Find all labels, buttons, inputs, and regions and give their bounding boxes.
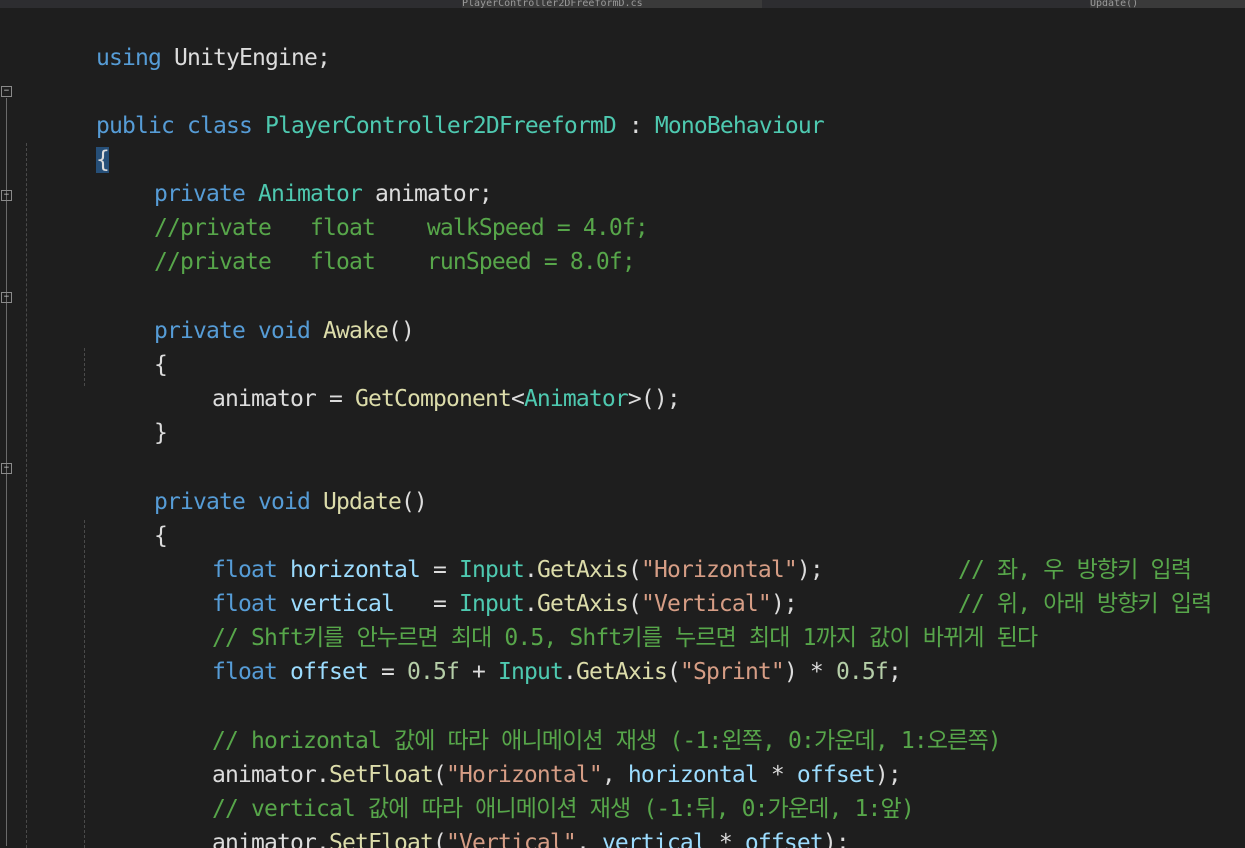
punctuation: );	[796, 557, 824, 583]
indent-guide	[26, 143, 27, 848]
code-inline-comment: // 위, 아래 방향키 입력	[880, 553, 1212, 617]
punctuation: );	[822, 830, 850, 848]
class-name: PlayerController2DFreeformD	[264, 113, 617, 139]
outline-gutter: − − − −	[0, 8, 14, 848]
keyword: using	[95, 45, 162, 71]
type-name: Animator	[523, 386, 629, 412]
punctuation: ,	[575, 830, 602, 848]
punctuation: (	[666, 659, 681, 685]
comment: //private float runSpeed = 8.0f;	[153, 249, 636, 275]
keyword: private void	[153, 489, 311, 515]
class-name: Input	[497, 659, 564, 685]
code-line-class-declaration: public class PlayerController2DFreeformD…	[18, 75, 825, 139]
keyword: float	[211, 659, 278, 685]
fold-toggle-awake[interactable]: −	[1, 292, 12, 303]
code-line-getcomponent: animator = GetComponent<Animator>();	[134, 348, 681, 412]
fold-toggle-update[interactable]: −	[1, 463, 12, 474]
variable: offset	[744, 830, 824, 848]
base-class: MonoBehaviour	[654, 113, 825, 139]
method-name: SetFloat	[328, 830, 434, 848]
punctuation: <	[510, 386, 525, 412]
code-line-animator-field: private Animator animator;	[76, 143, 493, 207]
punctuation: ()	[387, 318, 415, 344]
keyword: private void	[153, 318, 311, 344]
string-literal: "Vertical"	[445, 830, 577, 848]
method-name: Awake	[322, 318, 389, 344]
code-line-shift-comment: // Shft키를 안누르면 최대 0.5, Shft키를 누르면 최대 1까지…	[134, 587, 1038, 651]
tab-label: PlayerController2DFreeformD.cs	[462, 0, 643, 8]
code-line-update-open-brace: {	[76, 485, 168, 549]
method-name: Update	[322, 489, 402, 515]
code-line-setfloat-horizontal: animator.SetFloat("Horizontal", horizont…	[134, 724, 902, 788]
brace: }	[153, 420, 168, 446]
method-name: GetAxis	[575, 659, 668, 685]
operator: ) *	[783, 659, 836, 685]
code-line-offset: float offset = 0.5f + Input.GetAxis("Spr…	[134, 621, 902, 685]
punctuation: ()	[400, 489, 428, 515]
namespace: UnityEngine;	[160, 45, 331, 71]
code-line-vertical-comment: // vertical 값에 따라 애니메이션 재생 (-1:뒤, 0:가운데,…	[134, 758, 915, 822]
code-inline-comment: // 좌, 우 방향키 입력	[880, 519, 1192, 583]
code-line-open-brace: {	[18, 109, 110, 173]
string-literal: "Sprint"	[679, 659, 785, 685]
punctuation: >();	[627, 386, 681, 412]
variable: offset	[289, 659, 369, 685]
tab-label: Update()	[1090, 0, 1139, 8]
tab-active-file[interactable]: PlayerController2DFreeformD.cs	[462, 0, 762, 8]
code-editor[interactable]: PlayerController2DFreeformD.cs Update ( ) …	[0, 0, 1245, 848]
code-line-horizontal-comment: // horizontal 값에 따라 애니메이션 재생 (-1:왼쪽, 0:가…	[134, 690, 1002, 754]
tab-member-dropdown[interactable]: Update()	[1090, 0, 1245, 8]
code-line-vertical-input: float vertical = Input.GetAxis("Vertical…	[134, 553, 798, 617]
code-line-awake-declaration: private void Awake()	[76, 280, 415, 344]
number-literal: 0.5f	[406, 659, 460, 685]
punctuation: :	[615, 113, 655, 139]
number-literal: 0.5f	[835, 659, 889, 685]
code-line-using: using UnityEngine;	[18, 7, 331, 71]
punctuation: (	[432, 830, 447, 848]
code-line-setfloat-vertical: animator.SetFloat("Vertical", vertical *…	[134, 792, 850, 848]
method-name: GetComponent	[354, 386, 512, 412]
code-line-horizontal-input: float horizontal = Input.GetAxis("Horizo…	[134, 519, 824, 583]
fold-toggle-comments[interactable]: −	[1, 190, 12, 201]
fold-toggle-class[interactable]: −	[1, 86, 12, 97]
code-line-update-declaration: private void Update()	[76, 451, 428, 515]
identifier: animator.	[211, 830, 330, 848]
punctuation: .	[562, 659, 577, 685]
punctuation: ;	[887, 659, 902, 685]
operator: +	[458, 659, 498, 685]
operator: =	[367, 659, 407, 685]
code-line-walkspeed-comment: //private float walkSpeed = 4.0f;	[76, 177, 649, 241]
assignment: animator =	[211, 386, 355, 412]
variable: vertical	[601, 830, 707, 848]
code-line-awake-open-brace: {	[76, 314, 168, 378]
code-line-runspeed-comment: //private float runSpeed = 8.0f;	[76, 211, 636, 275]
operator: *	[705, 830, 745, 848]
keyword: public class	[95, 113, 253, 139]
code-line-awake-close-brace: }	[76, 382, 168, 446]
